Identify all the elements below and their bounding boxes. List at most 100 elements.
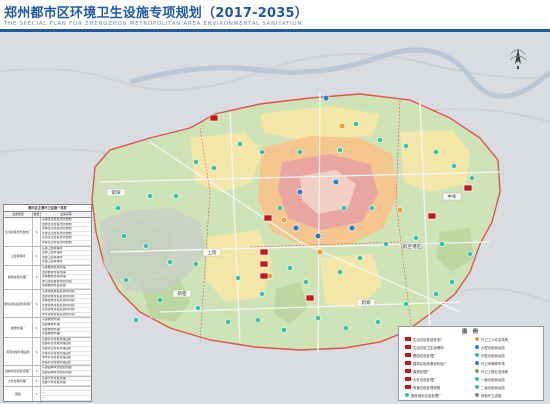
legend-symbol-icon [475,337,479,341]
transfer-station-marker [353,121,359,127]
legend-label: 中型垃圾转运站 [481,353,505,358]
transfer-station-marker [143,243,149,249]
transfer-station-marker [315,315,321,321]
legend-label: 粪便处理厂 [413,369,430,374]
table-cell-count: 6 [33,289,41,318]
transfer-station-marker [433,149,439,155]
legend-item: 生活垃圾卫生填埋场 [405,344,444,350]
transfer-station-marker [449,279,455,285]
table-row-group: 生活垃圾焚烧发电厂 6 东部生活垃圾焚烧发电厂 西部生活垃圾焚烧发电厂 南部生活垃圾焚烧… [4,218,91,247]
transfer-station-marker [337,269,343,275]
treatment-plant-marker [259,260,269,268]
transfer-station-marker [357,255,363,261]
transfer-station-marker [281,327,287,333]
district-label: 新密 [178,290,187,297]
legend-symbol-icon [475,369,479,373]
legend-label: 环卫车辆停车场 [481,361,505,366]
legend: 图 例 生活垃圾焚烧发电厂 生活垃圾卫生填埋场 餐厨垃圾处理厂建筑垃圾资源化利用厂粪… [398,326,544,401]
transfer-station-marker [467,251,473,257]
transfer-station-marker [259,149,265,155]
legend-label: 其他环卫设施 [481,393,502,398]
district-label: 中牟 [448,193,457,200]
depot-marker [332,178,340,186]
table-row-group: 餐厨垃圾处理厂 5 东部餐厨垃圾处理厂 西部餐厨垃圾处理厂 南部餐厨垃圾处理厂 航空港区餐… [4,265,91,290]
legend-label: 餐厨垃圾处理厂 [413,353,437,358]
table-body: 生活垃圾焚烧发电厂 6 东部生活垃圾焚烧发电厂 西部生活垃圾焚烧发电厂 南部生活垃圾焚烧… [4,218,91,401]
table-row-group: 园林绿化垃圾处理厂 2 东部园林绿化垃圾处理厂 西部园林绿化垃圾处理厂 [4,366,91,377]
legend-symbol-icon [475,345,479,349]
legend-symbol-icon [405,377,411,381]
legend-label: 有害垃圾处理设施 [413,385,441,390]
depot-marker [322,94,330,102]
legend-title: 图 例 [462,329,480,335]
transfer-station-marker [193,159,199,165]
depot-marker [296,188,304,196]
legend-symbol-icon [475,377,479,381]
treatment-plant-marker [263,214,273,222]
legend-item: 一级垃圾转运站 [475,376,505,382]
transfer-station-marker [121,233,127,239]
table-cell-count: 2 [33,376,41,386]
transfer-station-marker [377,137,383,143]
table-cell-category: 餐厨垃圾处理厂 [4,265,33,289]
legend-label: 二级垃圾转运站 [481,385,505,390]
table-row-group: 粪便处理厂 4 东部粪便处理厂 西部粪便处理厂 南部粪便处理厂 北部粪便处理厂 [4,318,91,338]
table-cell-name: — [41,396,91,401]
table-cell-name: 中牟建筑垃圾资源化利用厂 [41,313,91,318]
legend-symbol-icon [405,337,411,341]
transfer-station-marker [193,261,199,267]
table-cell-name: 新郑餐厨垃圾处理厂 [41,284,91,289]
depot-marker [314,232,322,240]
legend-symbol-icon [405,385,411,389]
depot-marker [348,224,356,232]
legend-label: 建筑垃圾资源化利用厂 [413,361,447,366]
table-cell-count: 4 [33,246,41,265]
legend-label: 大件垃圾处理厂 [413,377,437,382]
table-row-group: 建筑垃圾资源化利用厂 6 东部建筑垃圾资源化利用厂 西部建筑垃圾资源化利用厂 南部建筑垃… [4,289,91,319]
transfer-station-marker [403,301,409,307]
transfer-station-marker [369,205,375,211]
transfer-station-marker [259,291,265,297]
transfer-station-marker [375,319,381,325]
table-row-group: 大件垃圾处理厂 2 东部大件垃圾处理厂 西部大件垃圾处理厂 [4,376,91,387]
legend-symbol-icon [405,361,411,365]
transfer-station-marker [115,205,121,211]
legend-item: 其他环卫设施 [475,392,501,398]
legend-label: 生活垃圾焚烧发电厂 [413,337,444,342]
table-cell-name: 西部园林绿化垃圾处理厂 [41,371,91,376]
transfer-station-marker [133,317,139,323]
table-cell-category: 卫生填埋场 [4,246,33,265]
transfer-station-marker [167,259,173,265]
transfer-station-marker [413,235,419,241]
legend-label: 环卫工程业务用房 [481,369,509,374]
legend-symbol-icon [405,345,411,349]
district-label: 航空港区 [403,243,421,250]
transfer-station-marker [277,205,283,211]
table-header-name: 设施名称 [60,212,72,216]
treatment-plant-marker [305,294,315,302]
table-row-group: 有害垃圾处理设施 6 东部有害垃圾处理设施 西部有害垃圾处理设施 南部有害垃圾处理设施北… [4,337,91,367]
legend-label: 生活垃圾卫生填埋场 [413,345,444,350]
legend-item: 二级垃圾转运站 [475,384,505,390]
legend-item: 环卫工程业务用房 [475,368,508,374]
legend-label: 一级垃圾转运站 [481,377,505,382]
table-cell-category: 其他 [4,386,33,401]
page-subtitle: THE SPECIAL PLAN FOR ZHENGZHOU METROPOLI… [4,21,303,27]
transfer-station-marker [343,325,349,331]
table-cell-count: 6 [33,337,41,366]
legend-item: 园林绿化垃圾处理厂 [405,392,442,398]
special-facility-marker [280,216,288,224]
transfer-station-marker [439,241,445,247]
transfer-station-marker [297,149,303,155]
legend-item: 大件垃圾处理厂 [405,376,437,382]
legend-symbol-icon [475,393,479,397]
transfer-station-marker [469,175,475,181]
special-facility-marker [396,206,404,214]
table-cell-category: 有害垃圾处理设施 [4,337,33,366]
transfer-station-marker [433,291,439,297]
legend-symbol-icon [405,369,411,373]
treatment-plant-marker [463,184,473,192]
table-cell-count: 3 [33,386,41,401]
special-facility-marker [338,122,346,130]
special-facility-marker [316,248,324,256]
